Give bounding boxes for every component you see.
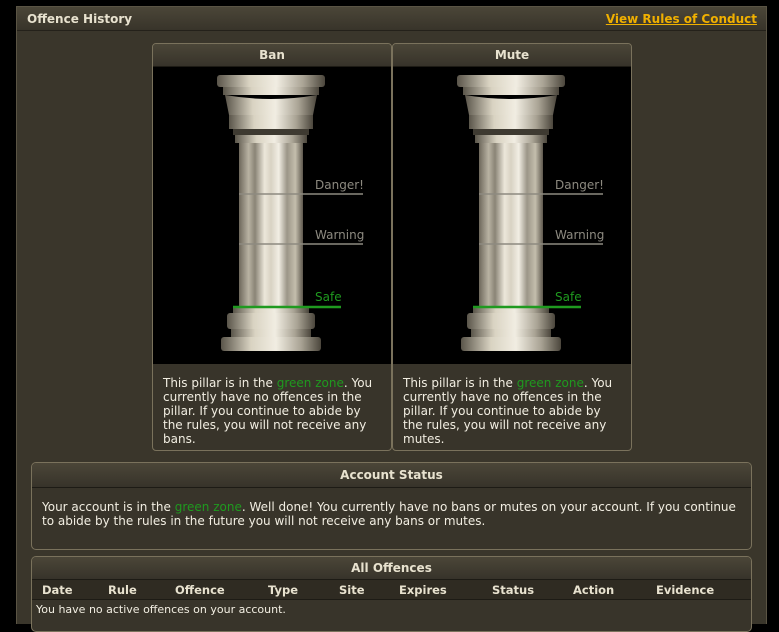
column-header-site: Site bbox=[339, 583, 365, 597]
panel-header: Offence History View Rules of Conduct bbox=[17, 7, 766, 31]
column-header-offence: Offence bbox=[175, 583, 225, 597]
column-header-rule: Rule bbox=[108, 583, 137, 597]
account-status-title: Account Status bbox=[32, 463, 751, 488]
column-header-date: Date bbox=[42, 583, 73, 597]
ban-pillar-description: This pillar is in the green zone. You cu… bbox=[163, 376, 373, 446]
column-header-type: Type bbox=[268, 583, 299, 597]
mute-pillar-image: Danger! Warning Safe bbox=[393, 67, 631, 364]
all-offences-title: All Offences bbox=[32, 557, 751, 580]
danger-level-label: Danger! bbox=[555, 178, 604, 192]
mute-pillar-title: Mute bbox=[393, 44, 631, 67]
safe-level-label: Safe bbox=[555, 290, 582, 304]
mute-pillar-description: This pillar is in the green zone. You cu… bbox=[403, 376, 613, 446]
column-header-expires: Expires bbox=[399, 583, 447, 597]
no-offences-message: You have no active offences on your acco… bbox=[36, 603, 286, 616]
safe-level-label: Safe bbox=[315, 290, 342, 304]
zone-label: green zone bbox=[516, 376, 584, 390]
mute-pillar-box: Mute Danger! Warning Safe This pillar is… bbox=[392, 43, 632, 451]
view-rules-link[interactable]: View Rules of Conduct bbox=[606, 12, 757, 26]
danger-level-label: Danger! bbox=[315, 178, 364, 192]
ban-pillar-title: Ban bbox=[153, 44, 391, 67]
all-offences-box: All Offences Date Rule Offence Type Site… bbox=[31, 556, 752, 632]
ban-pillar-image: Danger! Warning Safe bbox=[153, 67, 391, 364]
ban-pillar-box: Ban Danger! Warning Safe This pillar is … bbox=[152, 43, 392, 451]
column-header-action: Action bbox=[573, 583, 615, 597]
account-status-description: Your account is in the green zone. Well … bbox=[42, 500, 736, 528]
offences-table-header: Date Rule Offence Type Site Expires Stat… bbox=[32, 580, 751, 600]
warning-level-label: Warning bbox=[315, 228, 365, 242]
account-status-box: Account Status Your account is in the gr… bbox=[31, 462, 752, 550]
column-header-evidence: Evidence bbox=[656, 583, 715, 597]
page-title: Offence History bbox=[27, 12, 133, 26]
zone-label: green zone bbox=[174, 500, 242, 514]
warning-level-label: Warning bbox=[555, 228, 605, 242]
page-frame: Offence History View Rules of Conduct Ba… bbox=[0, 0, 779, 632]
column-header-status: Status bbox=[492, 583, 535, 597]
pillar-icon bbox=[457, 75, 603, 351]
pillar-icon bbox=[217, 75, 363, 351]
offence-history-panel: Offence History View Rules of Conduct Ba… bbox=[16, 6, 767, 632]
zone-label: green zone bbox=[276, 376, 344, 390]
